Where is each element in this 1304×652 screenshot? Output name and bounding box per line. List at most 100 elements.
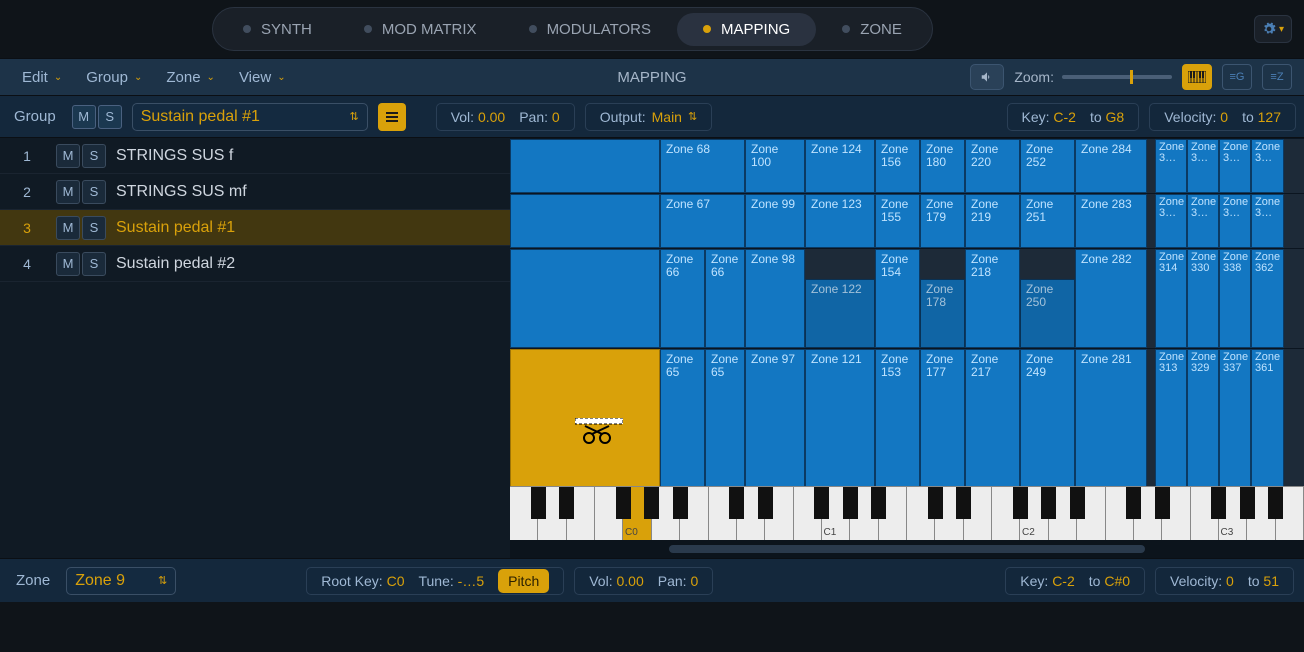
zone-cell[interactable]: Zone 154 xyxy=(875,249,920,348)
zone-cell[interactable]: Zone 330 xyxy=(1187,249,1219,348)
zone-cell[interactable]: Zone 3… xyxy=(1219,194,1251,248)
zone-cell[interactable]: Zone 177 xyxy=(920,349,965,486)
mute-button[interactable]: M xyxy=(56,180,80,204)
zone-vol-value[interactable]: 0.00 xyxy=(616,573,643,589)
zone-cell[interactable]: Zone 329 xyxy=(1187,349,1219,486)
zone-cell[interactable]: Zone 65 xyxy=(705,349,745,486)
zone-cell[interactable]: Zone 283 xyxy=(1075,194,1147,248)
solo-button[interactable]: S xyxy=(82,252,106,276)
zone-menu[interactable]: Zone⌄ xyxy=(156,65,225,90)
tab-mapping[interactable]: MAPPING xyxy=(677,13,816,46)
zone-cell[interactable]: Zone 3… xyxy=(1187,139,1219,193)
edit-menu[interactable]: Edit⌄ xyxy=(12,65,72,90)
solo-button[interactable]: S xyxy=(82,216,106,240)
zone-cell[interactable]: Zone 362 xyxy=(1251,249,1284,348)
zone-cell[interactable]: Zone 65 xyxy=(660,349,705,486)
view-menu[interactable]: View⌄ xyxy=(229,65,296,90)
view-zone-list-button[interactable]: ≡Z xyxy=(1262,64,1292,90)
zone-cell[interactable]: Zone 155 xyxy=(875,194,920,248)
zone-cell[interactable]: Zone 178 xyxy=(920,279,965,348)
zone-cell[interactable]: Zone 282 xyxy=(1075,249,1147,348)
zone-cell[interactable]: Zone 67 xyxy=(660,194,745,248)
zone-cell[interactable]: Zone 314 xyxy=(1155,249,1187,348)
zone-cell[interactable]: Zone 218 xyxy=(965,249,1020,348)
zone-cell-selected[interactable] xyxy=(510,349,660,486)
zone-cell[interactable]: Zone 180 xyxy=(920,139,965,193)
mute-button[interactable]: M xyxy=(56,144,80,168)
zoom-slider[interactable] xyxy=(1062,75,1172,79)
zone-cell[interactable]: Zone 121 xyxy=(805,349,875,486)
zone-cell[interactable] xyxy=(510,194,660,248)
zone-select[interactable]: Zone 9 ⇅ xyxy=(66,567,176,595)
zone-pan-value[interactable]: 0 xyxy=(690,573,698,589)
pitch-button[interactable]: Pitch xyxy=(498,569,549,593)
zone-grid[interactable]: Zone 68 Zone 100 Zone 124 Zone 156 Zone … xyxy=(510,138,1304,486)
zone-cell[interactable]: Zone 100 xyxy=(745,139,805,193)
zone-cell[interactable]: Zone 124 xyxy=(805,139,875,193)
tune-value[interactable]: -…5 xyxy=(458,573,484,589)
zone-cell[interactable]: Zone 337 xyxy=(1219,349,1251,486)
tab-zone[interactable]: ZONE xyxy=(816,13,928,46)
mute-button[interactable]: M xyxy=(72,105,96,129)
tab-synth[interactable]: SYNTH xyxy=(217,13,338,46)
group-list-row[interactable]: 2 MS STRINGS SUS mf xyxy=(0,174,510,210)
zone-cell[interactable]: Zone 250 xyxy=(1020,279,1075,348)
vel-low[interactable]: 0 xyxy=(1220,109,1228,125)
zone-cell[interactable]: Zone 220 xyxy=(965,139,1020,193)
zone-cell[interactable]: Zone 156 xyxy=(875,139,920,193)
zone-cell[interactable]: Zone 122 xyxy=(805,279,875,348)
zone-vel-high[interactable]: 51 xyxy=(1263,573,1279,589)
zone-vel-low[interactable]: 0 xyxy=(1226,573,1234,589)
tab-modulators[interactable]: MODULATORS xyxy=(503,13,677,46)
zone-cell[interactable] xyxy=(510,249,660,348)
vol-value[interactable]: 0.00 xyxy=(478,109,505,125)
zone-cell[interactable]: Zone 68 xyxy=(660,139,745,193)
zone-cell[interactable]: Zone 66 xyxy=(705,249,745,348)
zone-cell[interactable]: Zone 3… xyxy=(1251,139,1284,193)
zone-cell[interactable]: Zone 99 xyxy=(745,194,805,248)
root-key-value[interactable]: C0 xyxy=(387,573,405,589)
audition-button[interactable] xyxy=(970,64,1004,90)
zone-cell[interactable]: Zone 361 xyxy=(1251,349,1284,486)
zone-cell[interactable]: Zone 219 xyxy=(965,194,1020,248)
zone-key-high[interactable]: C#0 xyxy=(1104,573,1130,589)
view-keyboard-button[interactable] xyxy=(1182,64,1212,90)
zone-cell[interactable]: Zone 284 xyxy=(1075,139,1147,193)
group-list-row-selected[interactable]: 3 MS Sustain pedal #1 xyxy=(0,210,510,246)
pan-value[interactable]: 0 xyxy=(552,109,560,125)
group-list-toggle[interactable] xyxy=(378,103,406,131)
zone-cell[interactable]: Zone 3… xyxy=(1219,139,1251,193)
key-high[interactable]: G8 xyxy=(1106,109,1125,125)
zone-cell[interactable]: Zone 281 xyxy=(1075,349,1147,486)
zone-cell[interactable]: Zone 3… xyxy=(1251,194,1284,248)
keyboard-ruler[interactable]: C0C1C2C3 xyxy=(510,486,1304,540)
zone-cell[interactable]: Zone 3… xyxy=(1155,139,1187,193)
view-group-list-button[interactable]: ≡G xyxy=(1222,64,1252,90)
zone-cell[interactable]: Zone 3… xyxy=(1155,194,1187,248)
zone-cell[interactable] xyxy=(510,139,660,193)
settings-menu-button[interactable]: ▾ xyxy=(1254,15,1292,43)
zone-cell[interactable]: Zone 249 xyxy=(1020,349,1075,486)
horizontal-scrollbar[interactable] xyxy=(510,540,1304,558)
mute-button[interactable]: M xyxy=(56,216,80,240)
group-select[interactable]: Sustain pedal #1 ⇅ xyxy=(132,103,368,131)
zone-cell[interactable]: Zone 251 xyxy=(1020,194,1075,248)
vel-high[interactable]: 127 xyxy=(1258,109,1281,125)
group-menu[interactable]: Group⌄ xyxy=(76,65,152,90)
group-list-row[interactable]: 4 MS Sustain pedal #2 xyxy=(0,246,510,282)
zone-cell[interactable]: Zone 313 xyxy=(1155,349,1187,486)
mute-button[interactable]: M xyxy=(56,252,80,276)
solo-button[interactable]: S xyxy=(98,105,122,129)
group-list-row[interactable]: 1 MS STRINGS SUS f xyxy=(0,138,510,174)
key-low[interactable]: C-2 xyxy=(1053,109,1076,125)
zone-cell[interactable]: Zone 338 xyxy=(1219,249,1251,348)
tab-mod-matrix[interactable]: MOD MATRIX xyxy=(338,13,503,46)
zone-key-low[interactable]: C-2 xyxy=(1052,573,1075,589)
zone-cell[interactable]: Zone 97 xyxy=(745,349,805,486)
zone-cell[interactable]: Zone 98 xyxy=(745,249,805,348)
zone-cell[interactable]: Zone 252 xyxy=(1020,139,1075,193)
solo-button[interactable]: S xyxy=(82,144,106,168)
solo-button[interactable]: S xyxy=(82,180,106,204)
zone-cell[interactable]: Zone 217 xyxy=(965,349,1020,486)
zone-cell[interactable]: Zone 179 xyxy=(920,194,965,248)
